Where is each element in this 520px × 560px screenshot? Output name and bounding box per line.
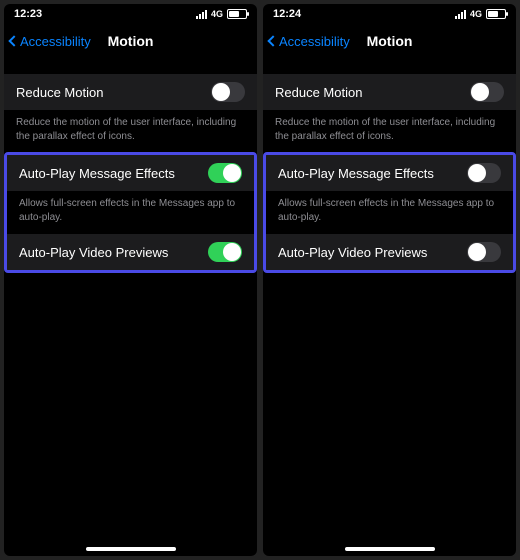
back-label: Accessibility — [279, 34, 350, 49]
settings-list: Reduce Motion Reduce the motion of the u… — [263, 74, 516, 272]
row-label: Auto-Play Video Previews — [19, 245, 168, 260]
row-label: Auto-Play Message Effects — [278, 166, 434, 181]
battery-icon — [486, 9, 506, 19]
battery-icon — [227, 9, 247, 19]
row-reduce-motion[interactable]: Reduce Motion — [4, 74, 257, 110]
row-label: Reduce Motion — [16, 85, 103, 100]
highlight-box: Auto-Play Message Effects Allows full-sc… — [263, 152, 516, 273]
status-time: 12:23 — [14, 8, 131, 20]
nav-bar: Accessibility Motion — [263, 24, 516, 58]
toggle-autoplay-message-effects[interactable] — [467, 163, 501, 183]
signal-icon — [455, 9, 466, 19]
phone-left: 12:23 4G Accessibility Motion Reduce Mot… — [4, 4, 257, 556]
nav-bar: Accessibility Motion — [4, 24, 257, 58]
back-button[interactable]: Accessibility — [10, 34, 91, 49]
row-label: Auto-Play Video Previews — [278, 245, 427, 260]
status-bar: 12:24 4G — [263, 4, 516, 24]
highlight-box: Auto-Play Message Effects Allows full-sc… — [4, 152, 257, 273]
home-indicator[interactable] — [86, 547, 176, 551]
toggle-autoplay-video-previews[interactable] — [467, 242, 501, 262]
status-time: 12:24 — [273, 8, 390, 20]
settings-list: Reduce Motion Reduce the motion of the u… — [4, 74, 257, 272]
back-label: Accessibility — [20, 34, 91, 49]
row-label: Reduce Motion — [275, 85, 362, 100]
toggle-reduce-motion[interactable] — [470, 82, 504, 102]
toggle-reduce-motion[interactable] — [211, 82, 245, 102]
chevron-left-icon — [8, 35, 19, 46]
row-label: Auto-Play Message Effects — [19, 166, 175, 181]
network-label: 4G — [211, 9, 223, 19]
back-button[interactable]: Accessibility — [269, 34, 350, 49]
footer-reduce-motion: Reduce the motion of the user interface,… — [4, 110, 257, 153]
toggle-autoplay-video-previews[interactable] — [208, 242, 242, 262]
toggle-autoplay-message-effects[interactable] — [208, 163, 242, 183]
status-bar: 12:23 4G — [4, 4, 257, 24]
phone-right: 12:24 4G Accessibility Motion Reduce Mot… — [263, 4, 516, 556]
signal-icon — [196, 9, 207, 19]
chevron-left-icon — [267, 35, 278, 46]
footer-reduce-motion: Reduce the motion of the user interface,… — [263, 110, 516, 153]
row-reduce-motion[interactable]: Reduce Motion — [263, 74, 516, 110]
home-indicator[interactable] — [345, 547, 435, 551]
row-autoplay-message-effects[interactable]: Auto-Play Message Effects — [266, 155, 513, 191]
row-autoplay-video-previews[interactable]: Auto-Play Video Previews — [266, 234, 513, 270]
row-autoplay-video-previews[interactable]: Auto-Play Video Previews — [7, 234, 254, 270]
row-autoplay-message-effects[interactable]: Auto-Play Message Effects — [7, 155, 254, 191]
footer-autoplay-message-effects: Allows full-screen effects in the Messag… — [7, 191, 254, 234]
network-label: 4G — [470, 9, 482, 19]
footer-autoplay-message-effects: Allows full-screen effects in the Messag… — [266, 191, 513, 234]
